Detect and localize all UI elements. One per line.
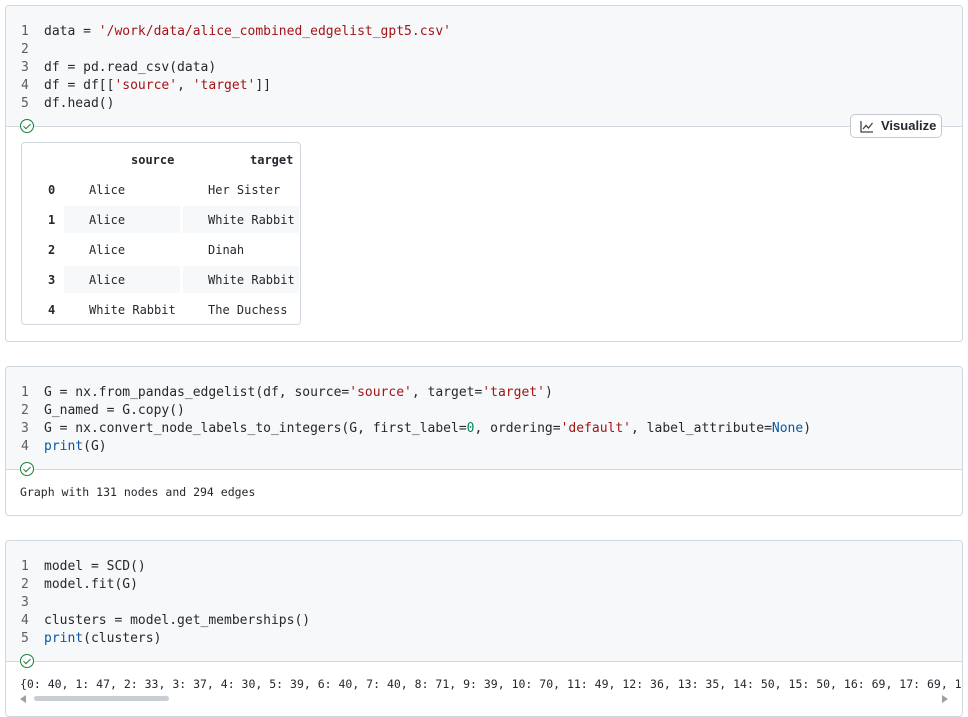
cell-output: Graph with 131 nodes and 294 edges <box>20 485 256 499</box>
visualize-label: Visualize <box>881 118 937 133</box>
code-token: 'target' <box>482 385 545 400</box>
code-token: df = df[[ <box>44 78 115 93</box>
code-token: (clusters) <box>83 631 162 646</box>
code-token: model = SCD() <box>44 559 146 574</box>
cell-output: {0: 40, 1: 47, 2: 33, 3: 37, 4: 30, 5: 3… <box>20 677 963 691</box>
scroll-left-icon[interactable] <box>20 695 26 703</box>
code-token: , ordering= <box>474 421 561 436</box>
cell-source: Alice <box>89 243 126 257</box>
code-token: G_named = G.copy() <box>44 403 185 418</box>
code-token: None <box>771 421 804 436</box>
cell-target: Dinah <box>208 243 245 257</box>
code-token: ) <box>803 421 812 436</box>
visualize-button[interactable]: Visualize <box>850 114 942 138</box>
output-divider <box>6 661 962 662</box>
code-token: df.head() <box>44 96 115 111</box>
code-token: 'source' <box>114 78 178 93</box>
cell-source: Alice <box>89 273 126 287</box>
dataframe-table: source target 0 Alice Her Sister 1 Alice… <box>21 142 301 325</box>
code-editor[interactable]: 1G = nx.from_pandas_edgelist(df, source=… <box>6 367 962 469</box>
cell-target: White Rabbit <box>208 213 295 227</box>
horizontal-scrollbar[interactable] <box>20 695 948 703</box>
notebook-cell-2: 1G = nx.from_pandas_edgelist(df, source=… <box>5 366 963 516</box>
code-token: 'source' <box>349 385 412 400</box>
code-token: df = pd.read_csv(data) <box>44 60 217 75</box>
row-index: 0 <box>48 183 56 197</box>
cell-target: Her Sister <box>208 183 281 197</box>
code-token: G = nx.convert_node_labels_to_integers(G… <box>44 421 467 436</box>
scroll-right-icon[interactable] <box>942 695 948 703</box>
cell-source: White Rabbit <box>89 303 176 317</box>
cell-target: The Duchess <box>208 303 288 317</box>
output-divider <box>6 126 962 127</box>
success-check-icon <box>20 119 34 133</box>
code-token: print <box>44 439 84 454</box>
code-token: model.fit(G) <box>44 577 138 592</box>
code-editor[interactable]: 1 model = SCD() 2 model.fit(G) 3 4 clusters… <box>6 541 962 661</box>
code-token: clusters = model.get_memberships() <box>44 613 311 628</box>
column-header-target: target <box>250 153 294 167</box>
code-token: (G) <box>83 439 107 454</box>
scrollbar-thumb[interactable] <box>34 696 169 701</box>
code-token: , target= <box>411 385 483 400</box>
cell-source: Alice <box>89 183 126 197</box>
code-token: , <box>177 78 193 93</box>
line-chart-icon <box>860 121 874 133</box>
success-check-icon <box>20 654 34 668</box>
code-token: G = nx.from_pandas_edgelist(df, source= <box>44 385 350 400</box>
code-token: ) <box>544 385 553 400</box>
row-index: 3 <box>48 273 56 287</box>
code-token: '/work/data/alice_combined_edgelist_gpt5… <box>98 24 451 39</box>
row-index: 4 <box>48 303 56 317</box>
column-header-source: source <box>131 153 175 167</box>
code-token: ]] <box>255 78 272 93</box>
code-editor[interactable]: 1 data = '/work/data/alice_combined_edgel… <box>6 6 962 126</box>
code-token: , label_attribute= <box>631 421 772 436</box>
code-token: 'default' <box>560 421 632 436</box>
cell-target: White Rabbit <box>208 273 295 287</box>
notebook-cell-3: 1 model = SCD() 2 model.fit(G) 3 4 clusters… <box>5 540 963 717</box>
code-token: print <box>44 631 84 646</box>
code-token: 'target' <box>192 78 256 93</box>
success-check-icon <box>20 462 34 476</box>
code-token: data = <box>44 24 99 39</box>
notebook-cell-1: 1 data = '/work/data/alice_combined_edgel… <box>5 5 963 342</box>
row-index: 2 <box>48 243 56 257</box>
output-divider <box>6 469 962 470</box>
row-index: 1 <box>48 213 56 227</box>
cell-source: Alice <box>89 213 126 227</box>
